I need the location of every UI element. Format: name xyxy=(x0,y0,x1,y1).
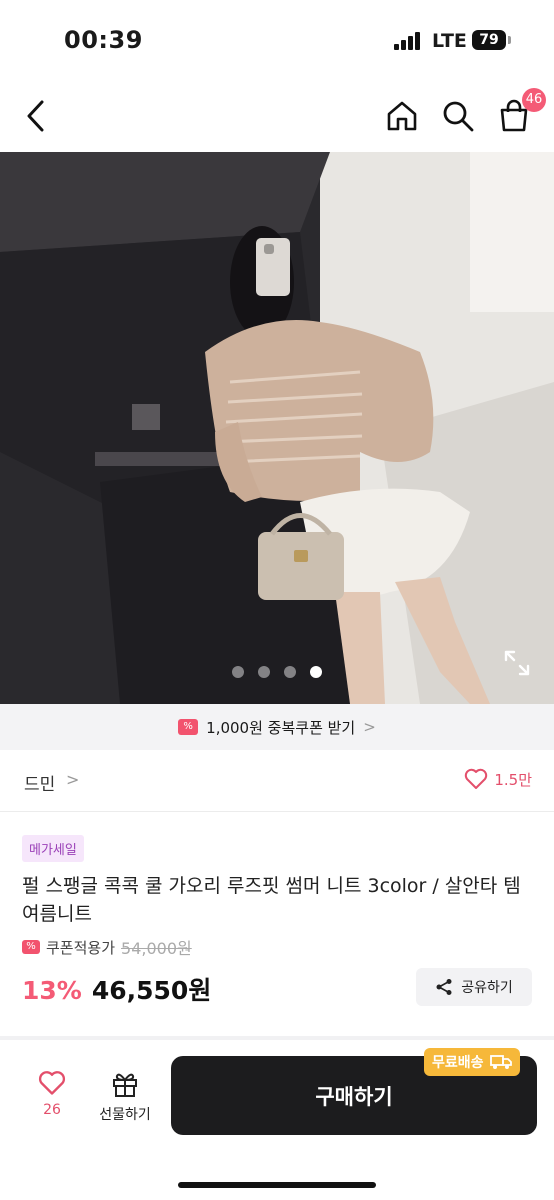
coupon-icon: % xyxy=(22,940,40,954)
price-row: 13% 46,550원 xyxy=(22,971,211,1007)
back-button[interactable] xyxy=(14,94,58,138)
truck-icon xyxy=(489,1055,512,1069)
like-count: 26 xyxy=(43,1102,61,1118)
battery-icon: 79 xyxy=(472,30,511,50)
heart-icon xyxy=(465,768,488,789)
coupon-banner[interactable]: % 1,000원 중복쿠폰 받기 > xyxy=(0,704,554,750)
carousel-dot[interactable] xyxy=(258,666,270,678)
sale-price: 46,550원 xyxy=(91,976,212,1005)
product-image-carousel[interactable] xyxy=(0,152,554,704)
share-icon xyxy=(436,979,452,995)
store-like-count: 1.5만 xyxy=(494,770,532,789)
original-price: 54,000원 xyxy=(121,939,192,958)
like-button[interactable]: 26 xyxy=(30,1070,74,1118)
cart-button[interactable]: 46 xyxy=(492,88,546,138)
chevron-right-icon: > xyxy=(363,718,376,736)
gift-label: 선물하기 xyxy=(99,1107,151,1123)
share-label: 공유하기 xyxy=(461,980,513,996)
heart-icon xyxy=(38,1071,66,1095)
product-photo xyxy=(0,152,554,704)
network-label: LTE xyxy=(432,30,467,52)
home-indicator xyxy=(178,1182,376,1188)
cart-count-badge: 46 xyxy=(522,88,546,112)
share-button[interactable]: 공유하기 xyxy=(416,968,532,1006)
coupon-icon: % xyxy=(178,719,199,735)
top-nav: 46 xyxy=(0,88,554,148)
search-icon xyxy=(443,101,474,132)
store-name-link[interactable]: 드민 xyxy=(24,770,55,795)
battery-level: 79 xyxy=(479,32,499,48)
coupon-price-label: 쿠폰적용가 xyxy=(46,938,116,957)
coupon-price-row: % 쿠폰적용가 54,000원 xyxy=(22,935,192,959)
gift-icon xyxy=(113,1073,137,1097)
gift-button[interactable]: 선물하기 xyxy=(92,1070,158,1124)
buy-label: 구매하기 xyxy=(315,1084,393,1109)
search-button[interactable] xyxy=(436,94,480,138)
signal-icon xyxy=(394,32,422,50)
expand-icon[interactable] xyxy=(504,650,530,676)
status-bar: 00:39 LTE 79 xyxy=(0,0,554,78)
carousel-dots xyxy=(0,666,554,678)
home-button[interactable] xyxy=(380,94,424,138)
free-shipping-badge: 무료배송 xyxy=(424,1048,520,1076)
coupon-banner-text: 1,000원 중복쿠폰 받기 xyxy=(206,718,356,737)
product-title: 펄 스팽글 콕콕 쿨 가오리 루즈핏 썸머 니트 3color / 살안타 템 … xyxy=(22,875,521,925)
carousel-dot-active[interactable] xyxy=(310,666,322,678)
discount-rate: 13% xyxy=(22,976,82,1005)
bottom-action-bar: 26 선물하기 구매하기 무료배송 xyxy=(0,1040,554,1200)
carousel-dot[interactable] xyxy=(284,666,296,678)
home-icon xyxy=(387,101,417,131)
chevron-right-icon: > xyxy=(66,770,80,789)
mega-sale-tag: 메가세일 xyxy=(22,835,84,862)
carousel-dot[interactable] xyxy=(232,666,244,678)
status-time: 00:39 xyxy=(64,26,143,54)
store-like-button[interactable]: 1.5만 xyxy=(464,768,532,790)
free-shipping-label: 무료배송 xyxy=(432,1055,484,1071)
store-row: 드민 > 1.5만 xyxy=(0,750,554,812)
back-arrow-icon xyxy=(27,100,44,132)
